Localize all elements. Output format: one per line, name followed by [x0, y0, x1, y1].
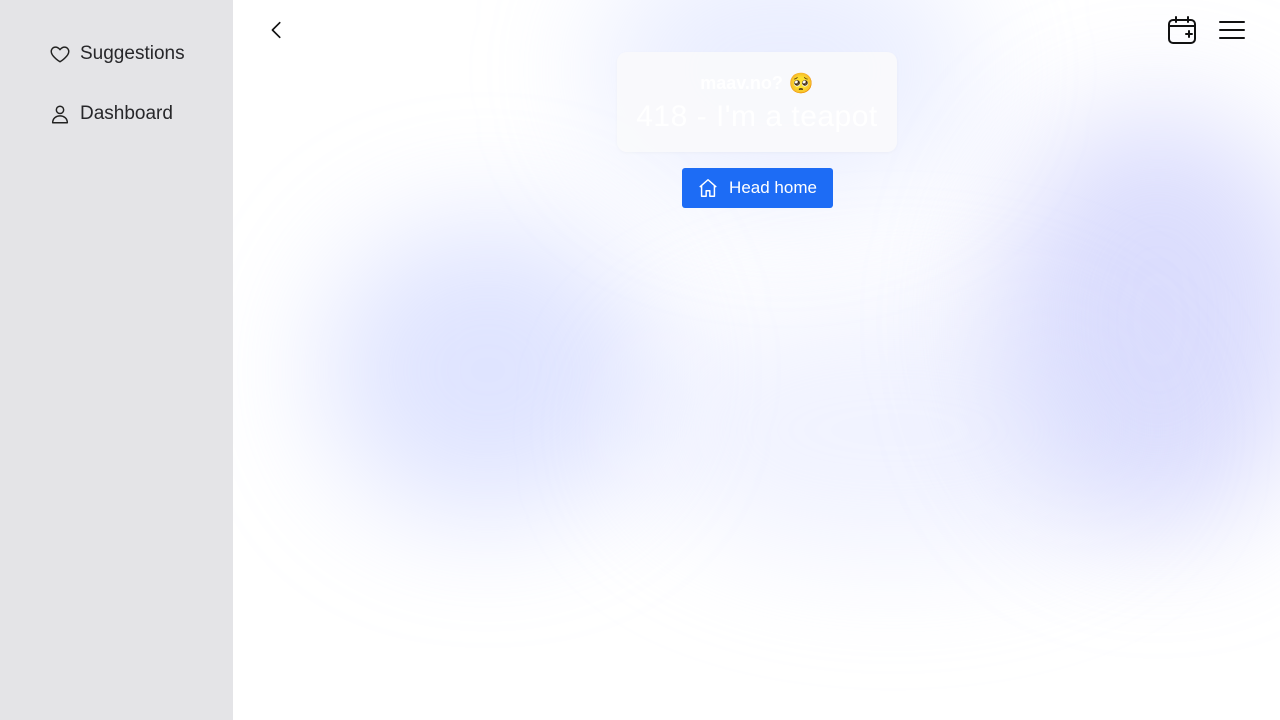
head-home-label: Head home [729, 178, 817, 197]
home-icon [697, 177, 719, 199]
head-home-button[interactable]: Head home [681, 168, 833, 208]
back-button[interactable] [263, 18, 291, 46]
brand-name: maav.no? [700, 72, 783, 93]
user-icon [48, 102, 72, 126]
background-blob [993, 110, 1280, 530]
background-blob [323, 220, 653, 520]
error-panel: maav.no? 🥺 418 - I'm a teapot Head home [617, 52, 897, 208]
error-card: maav.no? 🥺 418 - I'm a teapot [617, 52, 897, 152]
chevron-left-icon [266, 19, 288, 46]
main-content: maav.no? 🥺 418 - I'm a teapot Head home [233, 0, 1280, 720]
sidebar-item-suggestions[interactable]: Suggestions [48, 38, 233, 70]
sidebar-item-label: Suggestions [80, 43, 185, 64]
add-to-calendar-button[interactable] [1166, 15, 1198, 49]
calendar-add-icon [1166, 14, 1198, 51]
hamburger-menu-icon [1218, 19, 1246, 46]
pleading-face-emoji: 🥺 [788, 72, 814, 95]
sidebar-item-dashboard[interactable]: Dashboard [48, 98, 233, 130]
menu-button[interactable] [1216, 18, 1248, 46]
error-title: 418 - I'm a teapot [636, 99, 878, 133]
heart-icon [48, 42, 72, 66]
sidebar: Suggestions Dashboard [0, 0, 233, 720]
brand-line: maav.no? 🥺 [700, 71, 814, 96]
app: Suggestions Dashboard maav.no? 🥺 418 - I… [0, 0, 1280, 720]
background-blob [633, 300, 1153, 560]
sidebar-item-label: Dashboard [80, 103, 173, 124]
